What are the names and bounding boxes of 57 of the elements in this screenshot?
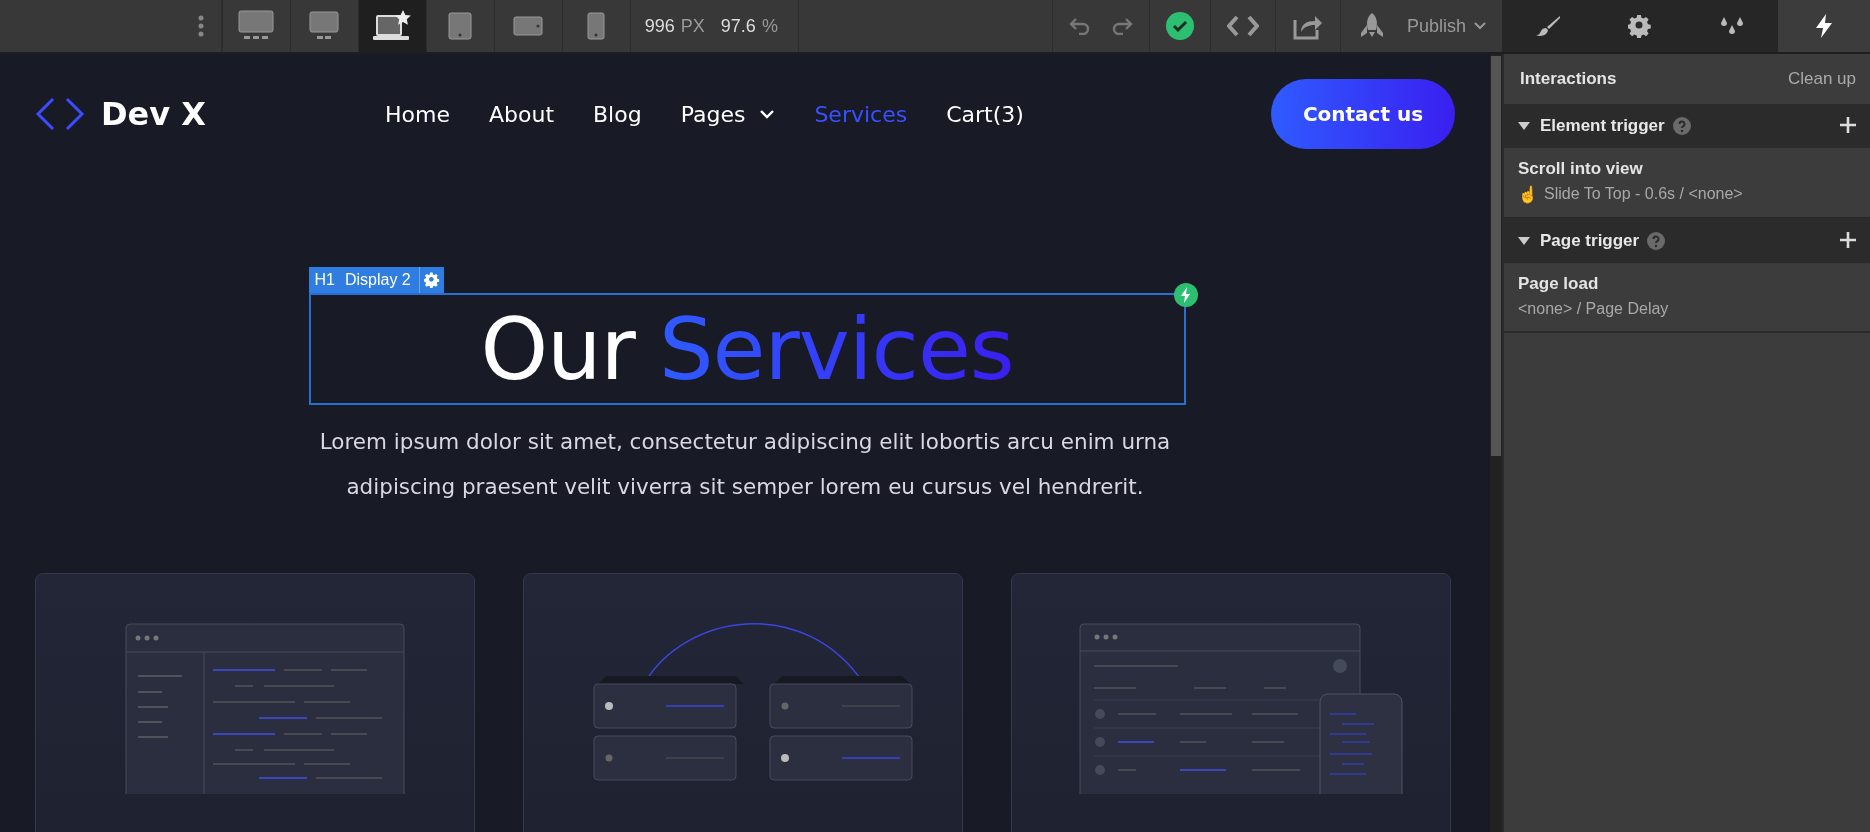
caret-icon [1474,22,1486,30]
intro-paragraph: Lorem ipsum dolor sit amet, consectetur adipiscing elit lobortis arcu enim urna adipiscing praesent velit viverra sit semper lorem eu cursus vel hendrerit. [318,428,1172,501]
help-icon[interactable] [1672,117,1691,135]
settings-icon [1628,14,1652,38]
tablet-icon [448,12,473,40]
nav-dropdown[interactable]: Pages [680,101,776,127]
canvas-width-unit: PX [680,15,705,37]
canvas-width-value[interactable]: 996 [644,15,675,37]
paintbrush-icon [1535,15,1561,37]
trigger-detail: <none> / Page Delay [1518,300,1669,318]
settings-icon[interactable] [423,272,440,288]
nav-link[interactable]: About [488,101,554,127]
check-status-icon[interactable] [1165,12,1194,40]
droplets-icon [1719,15,1745,37]
section-title: Element trigger [1540,116,1665,136]
add-icon[interactable] [1840,231,1856,251]
phone-icon [587,12,606,40]
zoom-unit: % [761,15,778,37]
tablet-landscape-icon [513,16,544,36]
brand-name[interactable]: Dev X [101,95,206,133]
caret-icon[interactable] [1518,122,1530,130]
trigger-item[interactable]: Page load <none> / Page Delay [1504,263,1870,333]
trigger-section-header[interactable]: Page trigger [1504,219,1870,263]
caret-icon[interactable] [1518,237,1530,245]
nav-link[interactable]: Blog [593,101,642,127]
chevron-down-icon [759,109,776,119]
code-brackets-logo-icon [35,97,85,131]
trigger-name: Page load [1518,274,1600,294]
lightning-icon [1815,14,1833,38]
panel-tab[interactable] [1686,0,1778,52]
section-title: Page trigger [1540,231,1640,251]
trigger-name: Scroll into view [1518,159,1644,179]
trigger-section-header[interactable]: Element trigger [1504,104,1870,148]
pointing-hand-icon: ☝ [1518,185,1538,204]
panel-title: Interactions [1520,69,1617,89]
rocket-icon [1358,13,1385,39]
trigger-detail: Slide To Top - 0.6s / <none> [1544,185,1743,204]
add-icon[interactable] [1840,116,1856,136]
desktop-icon [309,11,340,41]
code-icon[interactable] [1226,15,1259,37]
clean-up-button[interactable]: Clean up [1787,69,1856,89]
element-selection-label[interactable]: H1 Display 2 [308,267,444,293]
more-options-icon[interactable] [197,15,204,37]
laptop-star-icon [372,10,413,42]
zoom-value[interactable]: 97.6 [720,15,756,37]
contact-button[interactable]: Contact us [1271,79,1455,149]
breakpoint-button[interactable] [358,0,427,52]
selected-heading-frame[interactable]: Our Services [308,293,1186,405]
interaction-badge-icon[interactable] [1173,283,1198,307]
nav-link[interactable]: Cart(3) [946,101,1024,127]
nav-link[interactable]: Home [385,101,450,127]
heading-text: Our [480,299,635,399]
publish-button[interactable]: Publish [1384,0,1502,52]
large-desktop-icon [238,10,275,42]
help-icon[interactable] [1647,232,1666,250]
scrollbar-thumb[interactable] [1491,56,1501,456]
panel-tab[interactable] [1778,0,1870,52]
